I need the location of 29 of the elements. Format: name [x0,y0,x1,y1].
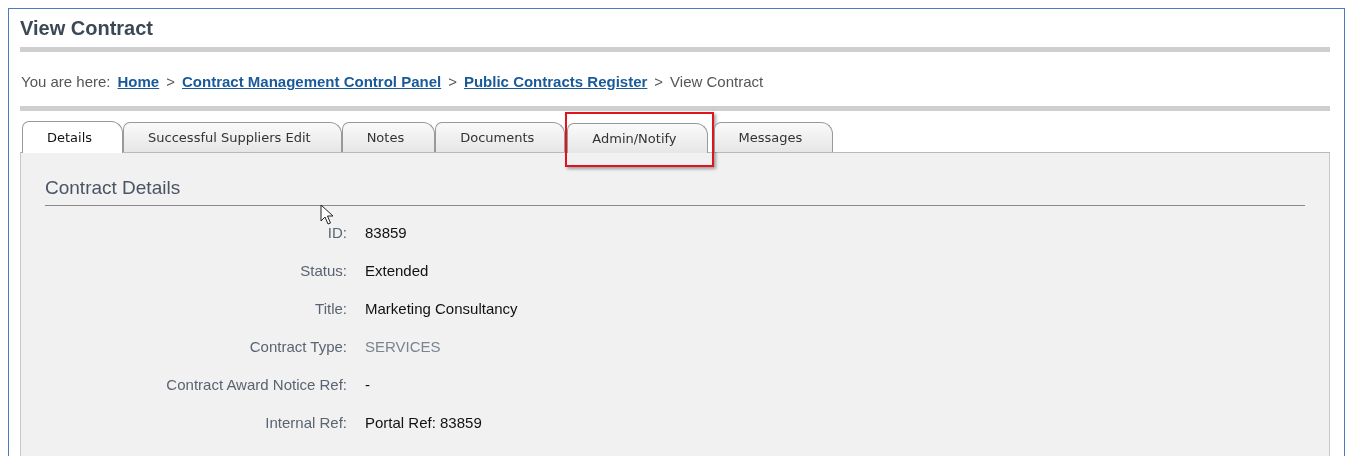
breadcrumb-link[interactable]: Public Contracts Register [463,73,648,90]
breadcrumb-link[interactable]: Home [117,73,160,90]
breadcrumb-separator: > [448,73,457,90]
page-title: View Contract [20,16,154,41]
tab[interactable]: Notes [341,122,436,152]
field-label: Title: [314,300,347,317]
breadcrumb-label: You are here: [21,73,111,90]
breadcrumb-separator: > [654,73,664,90]
field-label: ID: [326,224,347,241]
field-value: Portal Ref: 83859 [365,414,483,431]
breadcrumb-link[interactable]: Contract Management Control Panel [182,73,442,90]
breadcrumb-separator: > [166,73,175,90]
field-value: SERVICES [365,338,442,355]
field-label: Contract Type: [248,338,347,355]
section-heading: Contract Details [45,177,1305,206]
field-value: Marketing Consultancy [365,300,519,317]
field-value: 83859 [365,224,408,241]
tab[interactable]: Documents [435,122,566,152]
tab[interactable]: Messages [713,122,834,152]
cursor-icon [320,204,334,226]
tab[interactable]: Admin/Notify [567,123,708,153]
field-value: - [365,376,371,393]
field-label: Internal Ref: [264,414,347,431]
field-label: Status: [299,262,347,279]
field-label: Contract Award Notice Ref: [165,376,347,393]
field-value: Extended [365,262,430,279]
tab[interactable]: Successful Suppliers Edit [123,122,342,152]
breadcrumb-current: View Contract [670,73,764,90]
tab[interactable]: Details [22,121,124,153]
